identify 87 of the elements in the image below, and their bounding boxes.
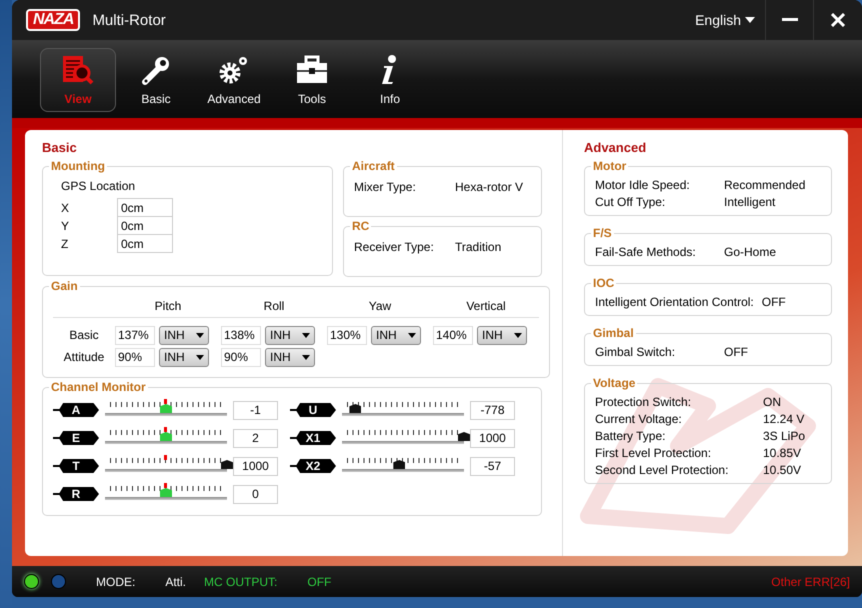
channel-tag: X2 <box>290 459 336 473</box>
mode-dropdown[interactable]: INH <box>265 326 315 344</box>
row-label: Attitude <box>62 350 106 364</box>
input-field[interactable]: 90% <box>221 348 261 366</box>
window-title: Multi-Rotor <box>92 12 166 28</box>
group-title: RC <box>351 219 370 233</box>
row-label: Basic <box>68 328 100 342</box>
input-field[interactable]: 130% <box>327 326 367 344</box>
section-title: Basic <box>42 140 78 155</box>
field-value: 10.50V <box>763 463 802 477</box>
input-field[interactable]: 0cm <box>117 216 173 235</box>
field-label: Cut Off Type: <box>595 195 666 209</box>
column-header: Vertical <box>465 299 507 313</box>
field-label: Fail-Safe Methods: <box>595 245 697 259</box>
input-field[interactable]: 138% <box>221 326 261 344</box>
field-label: Intelligent Orientation Control: <box>595 295 754 309</box>
field-label: Motor Idle Speed: <box>595 178 691 192</box>
group-title: Gimbal <box>592 326 635 340</box>
section-title: Advanced <box>584 140 648 155</box>
status-value: OFF <box>307 574 332 588</box>
status-value: Atti. <box>165 574 186 588</box>
value-readout: -778 <box>470 400 515 420</box>
field-label: Battery Type: <box>595 429 666 443</box>
nav-tab[interactable]: Advanced <box>196 48 272 112</box>
field-value: Hexa-rotor V <box>455 180 524 194</box>
field-value: Intelligent <box>724 195 776 209</box>
value-readout: 1000 <box>233 456 278 476</box>
input-field[interactable]: 90% <box>115 348 155 366</box>
group-title: Motor <box>592 159 628 173</box>
mode-dropdown[interactable]: INH <box>477 326 527 344</box>
field-label: Second Level Protection: <box>595 463 730 477</box>
channel-tag: E <box>53 431 99 445</box>
status-label: MODE: <box>96 574 136 588</box>
field-label: Gimbal Switch: <box>595 345 676 359</box>
field-value: OFF <box>724 345 748 359</box>
group-title: Voltage <box>592 376 636 390</box>
nav-tab[interactable]: Basic <box>118 48 194 112</box>
value-readout: 2 <box>233 428 278 448</box>
channel-tag: U <box>290 403 336 417</box>
value-readout: -57 <box>470 456 515 476</box>
column-header: Pitch <box>154 299 182 313</box>
column-header: Roll <box>262 299 286 313</box>
field-value: OFF <box>762 295 786 309</box>
channel-tag: R <box>53 487 99 501</box>
error-status: Other ERR[26] <box>771 574 850 588</box>
channel-tag: T <box>53 459 99 473</box>
field-value: Tradition <box>455 240 502 254</box>
nav-tab[interactable]: Info <box>352 48 428 112</box>
group-title: Aircraft <box>351 159 396 173</box>
channel-tag: X1 <box>290 431 336 445</box>
value-readout: -1 <box>233 400 278 420</box>
input-field[interactable]: 0cm <box>117 234 173 253</box>
field-value: 3S LiPo <box>763 429 806 443</box>
column-header: Yaw <box>368 299 392 313</box>
group-title: Gain <box>50 279 79 293</box>
mode-dropdown[interactable]: INH <box>265 348 315 366</box>
mode-dropdown[interactable]: INH <box>159 326 209 344</box>
language-dropdown[interactable]: English <box>685 0 766 40</box>
subheading: GPS Location <box>61 179 136 193</box>
input-field[interactable]: 0cm <box>117 198 173 217</box>
status-label: MC OUTPUT: <box>204 574 278 588</box>
value-readout: 1000 <box>470 428 515 448</box>
field-value: ON <box>763 395 781 409</box>
mode-dropdown[interactable]: INH <box>159 348 209 366</box>
field-label: Mixer Type: <box>354 180 417 194</box>
nav-tab[interactable]: Tools <box>274 48 350 112</box>
group-title: IOC <box>592 276 616 290</box>
group-title: F/S <box>592 226 613 240</box>
group-title: Mounting <box>50 159 106 173</box>
field-label: First Level Protection: <box>595 446 712 460</box>
field-value: Go-Home <box>724 245 776 259</box>
mode-dropdown[interactable]: INH <box>371 326 421 344</box>
field-value: 10.85V <box>763 446 802 460</box>
input-field[interactable]: 137% <box>115 326 155 344</box>
input-field[interactable]: 140% <box>433 326 473 344</box>
group-title: Channel Monitor <box>50 380 147 394</box>
channel-tag: A <box>53 403 99 417</box>
field-label: Z <box>61 237 70 251</box>
value-readout: 0 <box>233 484 278 504</box>
field-label: Protection Switch: <box>595 395 692 409</box>
field-value: 12.24 V <box>763 412 804 426</box>
field-label: Receiver Type: <box>354 240 435 254</box>
field-value: Recommended <box>724 178 806 192</box>
field-label: X <box>61 201 70 215</box>
logo: NAZA <box>26 9 80 31</box>
field-label: Current Voltage: <box>595 412 683 426</box>
field-label: Y <box>61 219 70 233</box>
